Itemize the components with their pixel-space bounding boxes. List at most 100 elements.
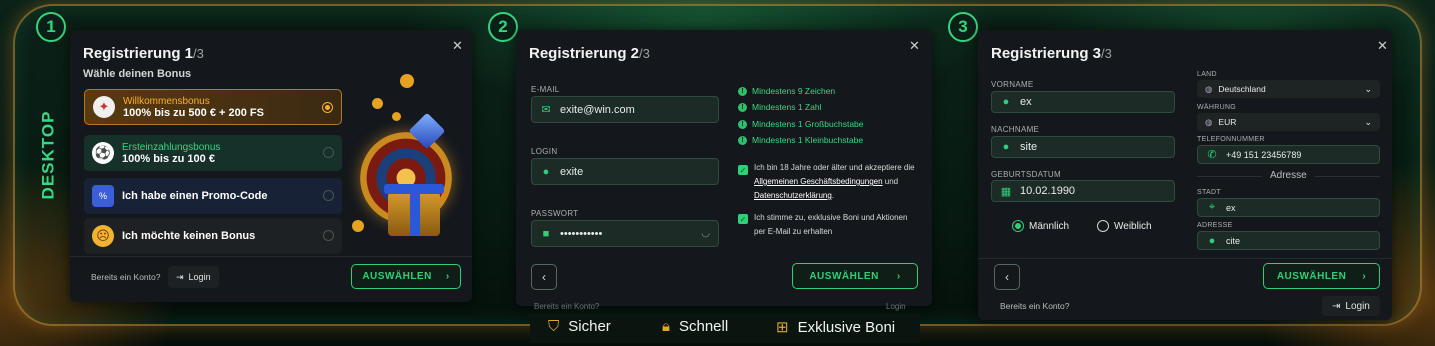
ticket-icon: % [92, 185, 114, 207]
gender-male-label: Männlich [1029, 220, 1070, 232]
phone-field[interactable]: ✆ +49 151 23456789 [1197, 145, 1380, 164]
login-link[interactable]: Login [886, 302, 906, 311]
panel-title: Registrierung 3/3 [991, 45, 1112, 62]
select-label: AUSWÄHLEN [809, 270, 879, 282]
phone-icon: ✆ [1207, 149, 1217, 161]
account-text: Bereits ein Konto? [1000, 301, 1070, 311]
close-icon[interactable]: ✕ [452, 38, 463, 54]
bonus-label: Ersteinzahlungsbonus [122, 141, 221, 153]
requirement-item: ! Mindestens 1 Kleinbuchstabe [738, 135, 863, 145]
chevron-left-icon: ‹ [1005, 270, 1009, 284]
email-label: E-MAIL [531, 85, 560, 94]
login-value: exite [560, 165, 584, 178]
radio-selected[interactable] [322, 102, 333, 113]
back-button[interactable]: ‹ [994, 264, 1020, 290]
address-label: ADRESSE [1197, 222, 1233, 229]
location-pin-icon: ⌖ [1208, 201, 1216, 213]
bonus-option-welcome[interactable]: ✦ Willkommensbonus 100% bis zu 500 € + 20… [84, 89, 342, 125]
terms-consent-text: Ich bin 18 Jahre oder älter und akzeptie… [754, 163, 915, 200]
terms-link[interactable]: Allgemeinen Geschäftsbedingungen [754, 177, 883, 186]
user-icon: ● [1002, 96, 1010, 108]
birth-date-value: 10.02.1990 [1020, 185, 1076, 197]
last-name-field[interactable]: ● site [991, 136, 1175, 158]
password-label: PASSWORT [531, 209, 579, 218]
first-name-field[interactable]: ● ex [991, 91, 1175, 113]
city-field[interactable]: ⌖ ex [1197, 198, 1380, 217]
gender-male-radio[interactable]: Männlich [1012, 220, 1069, 232]
country-value: Deutschland [1218, 84, 1266, 94]
phone-label: TELEFONNUMMER [1197, 136, 1265, 143]
currency-icon: ◍ [1205, 116, 1213, 127]
login-label: Login [1345, 300, 1370, 312]
panel-subtitle: Wähle deinen Bonus [83, 68, 192, 80]
soccer-ball-icon: ⚽ [92, 142, 114, 164]
login-icon: ⇥ [1332, 300, 1341, 312]
close-icon[interactable]: ✕ [909, 38, 920, 54]
user-icon: ● [542, 165, 550, 178]
wheel-icon: ✦ [93, 96, 115, 118]
radio[interactable] [323, 147, 334, 158]
globe-icon: ◍ [1205, 83, 1213, 94]
requirement-item: ! Mindestens 1 Zahl [738, 102, 821, 112]
user-icon: ● [1208, 234, 1216, 247]
user-icon: ● [1002, 141, 1010, 153]
city-value: ex [1226, 202, 1236, 213]
gender-female-label: Weiblich [1114, 220, 1152, 232]
feature-exclusive-bonus: ⊞ Exklusive Boni [776, 318, 896, 337]
account-text: Bereits ein Konto? [534, 302, 600, 311]
calendar-icon: ▦ [1000, 185, 1012, 198]
select-label: AUSWÄHLEN [362, 271, 432, 282]
close-icon[interactable]: ✕ [1377, 38, 1388, 54]
select-button[interactable]: AUSWÄHLEN › [1263, 263, 1380, 289]
step-1-badge: 1 [36, 12, 66, 42]
marketing-checkbox[interactable]: ✓ [738, 214, 748, 224]
gift-icon: ⊞ [776, 319, 789, 336]
account-text: Bereits ein Konto? [91, 272, 161, 282]
divider [978, 258, 1392, 259]
casino-wheel-gift-illustration [352, 70, 464, 250]
login-button[interactable]: ⇥ Login [1322, 296, 1380, 316]
sad-face-icon: ☹ [92, 225, 114, 247]
panel-title: Registrierung 2/3 [529, 45, 650, 62]
chevron-right-icon: › [1362, 270, 1367, 282]
first-name-value: ex [1020, 96, 1032, 108]
login-button[interactable]: ⇥ Login [168, 266, 219, 288]
bonus-option-first-deposit[interactable]: ⚽ Ersteinzahlungsbonus 100% bis zu 100 € [84, 135, 342, 171]
chevron-right-icon: › [445, 271, 450, 282]
country-label: LAND [1197, 71, 1217, 78]
feature-fast: 🔒︎ Schnell [662, 318, 729, 335]
bonus-option-no-bonus[interactable]: ☹ Ich möchte keinen Bonus [84, 218, 342, 254]
gender-female-radio[interactable]: Weiblich [1097, 220, 1152, 232]
bonus-option-promo-code[interactable]: % Ich habe einen Promo-Code [84, 178, 342, 214]
email-field[interactable]: ✉ exite@win.com [531, 96, 719, 123]
panel-title: Registrierung 1/3 [83, 45, 204, 62]
radio[interactable] [323, 230, 334, 241]
eye-hidden-icon[interactable]: ◡ [701, 228, 710, 239]
address-field[interactable]: ● cite [1197, 231, 1380, 250]
requirement-item: ! Mindestens 9 Zeichen [738, 86, 835, 96]
login-icon: ⇥ [176, 271, 184, 282]
address-value: cite [1226, 235, 1241, 246]
birth-date-field[interactable]: ▦ 10.02.1990 [991, 180, 1175, 202]
back-button[interactable]: ‹ [531, 264, 557, 290]
radio [1097, 220, 1109, 232]
select-label: AUSWÄHLEN [1276, 270, 1347, 282]
check-circle-icon: ! [738, 119, 747, 129]
city-label: STADT [1197, 189, 1221, 196]
login-field[interactable]: ● exite [531, 158, 719, 185]
select-button[interactable]: AUSWÄHLEN › [351, 264, 461, 289]
desktop-side-label: DESKTOP [38, 110, 57, 200]
country-select[interactable]: ◍ Deutschland ⌄ [1197, 80, 1380, 98]
terms-checkbox[interactable]: ✓ [738, 165, 748, 175]
address-section-header: Adresse [1262, 170, 1315, 181]
check-circle-icon: ! [738, 86, 747, 96]
email-value: exite@win.com [560, 103, 635, 116]
login-label: LOGIN [531, 147, 558, 156]
privacy-link[interactable]: Datenschutzerklärung [754, 191, 832, 200]
birth-date-label: GEBURTSDATUM [991, 170, 1061, 179]
select-button[interactable]: AUSWÄHLEN › [792, 263, 918, 289]
bonus-label: Willkommensbonus [123, 95, 210, 107]
radio[interactable] [323, 190, 334, 201]
currency-select[interactable]: ◍ EUR ⌄ [1197, 113, 1380, 131]
password-field[interactable]: ■ ••••••••••• ◡ [531, 220, 719, 247]
